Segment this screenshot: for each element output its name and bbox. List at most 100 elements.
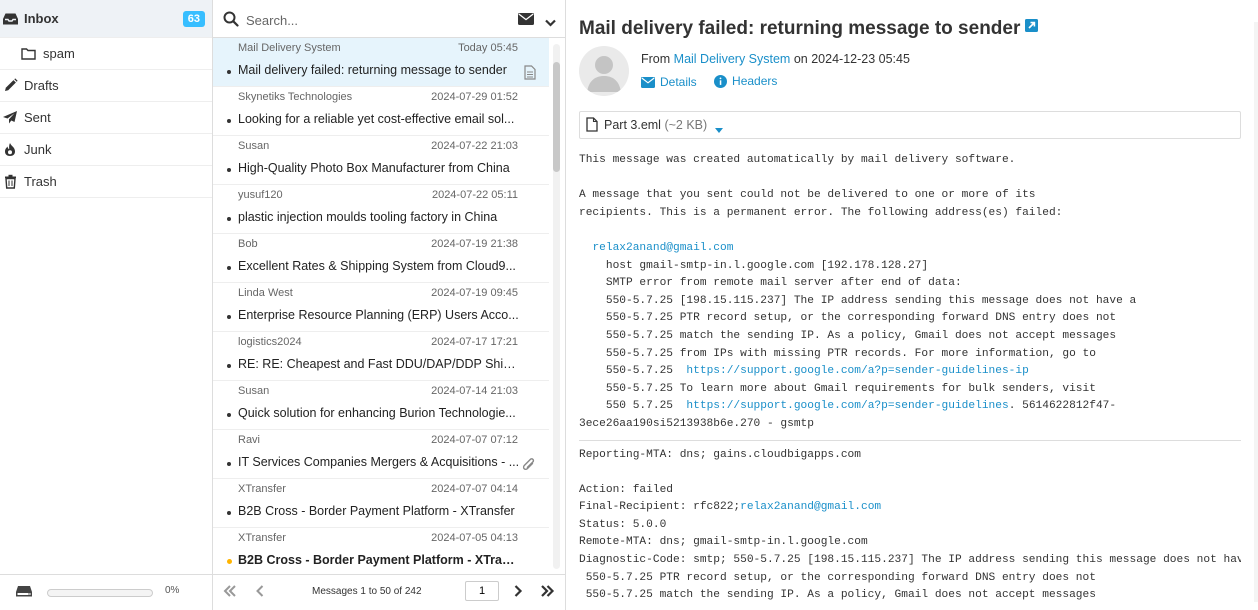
recipient-link[interactable]: relax2anand@gmail.com [592,242,733,254]
message-sender: yusuf120 [238,189,283,201]
message-row[interactable]: XTransfer 2024-07-05 04:13 B2B Cross - Bor… [213,528,549,572]
status-dot [227,217,231,221]
search-input[interactable] [244,8,498,32]
folder-label: Drafts [24,78,59,93]
guidelines-link[interactable]: https://support.google.com/a?p=sender-gu… [686,400,1008,412]
message-date: 2024-07-17 17:21 [431,336,518,348]
message-sender: XTransfer [238,532,286,544]
guidelines-ip-link[interactable]: https://support.google.com/a?p=sender-gu… [686,365,1028,377]
message-subject-text: Mail delivery failed: returning message … [579,18,1021,40]
chevron-down-icon[interactable] [545,15,556,30]
search-bar [213,0,565,38]
message-date: 2024-07-07 04:14 [431,483,518,495]
document-icon [524,65,536,83]
prev-page-icon[interactable] [255,584,265,601]
body-line: host gmail-smtp-in.l.google.com [192.178… [579,259,929,272]
folder-trash[interactable]: Trash [0,166,212,198]
body-line: 3ece26aa190si5213938b6e.270 - gsmtp [579,417,814,430]
message-sender: Bob [238,238,258,250]
from-line: From Mail Delivery System on 2024-12-23 … [641,52,910,66]
message-view: Mail delivery failed: returning message … [566,0,1258,610]
body-line: 550-5.7.25 [198.15.115.237] The IP addre… [579,294,1137,307]
message-subject: Enterprise Resource Planning (ERP) Users… [238,308,519,322]
view-scrollbar[interactable] [1254,22,1258,602]
folder-junk[interactable]: Junk [0,134,212,166]
sender-avatar [579,46,629,96]
body-line: Action: failed [579,483,673,496]
message-row[interactable]: Bob 2024-07-19 21:38 Excellent Rates & Shi… [213,234,549,283]
last-page-icon[interactable] [540,584,555,601]
message-row[interactable]: logistics2024 2024-07-17 17:21 RE: RE: Che… [213,332,549,381]
message-sender: Mail Delivery System [238,42,341,54]
message-row[interactable]: XTransfer 2024-07-07 04:14 B2B Cross - Bor… [213,479,549,528]
folder-drafts[interactable]: Drafts [0,70,212,102]
status-dot [227,315,231,319]
message-row[interactable]: yusuf120 2024-07-22 05:11 plastic injectio… [213,185,549,234]
message-subject: Mail delivery failed: returning message … [579,16,1039,40]
message-body: This message was created automatically b… [579,152,1241,610]
pencil-icon [1,70,19,101]
page-number-input[interactable] [465,581,499,601]
folder-label: spam [43,46,75,61]
message-date: 2024-07-29 01:52 [431,91,518,103]
status-dot [227,462,231,466]
paper-plane-icon [1,102,19,133]
envelope-icon[interactable] [518,13,534,28]
message-subject: Excellent Rates & Shipping System from C… [238,259,516,273]
folder-inbox[interactable]: Inbox 63 [0,0,212,38]
message-list: Mail Delivery System Today 05:45 Mail deli… [213,38,549,572]
message-date: 2024-07-07 07:12 [431,434,518,446]
header-links: Details Headers [641,74,791,91]
message-row[interactable]: Linda West 2024-07-19 09:45 Enterprise Res… [213,283,549,332]
body-line: 550-5.7.25 PTR record setup, or the corr… [579,571,1096,584]
hard-drive-icon [15,584,33,601]
pager-text: Messages 1 to 50 of 242 [312,586,422,597]
attachment-label: Part 3.eml (~2 KB) [604,118,707,132]
envelope-icon [641,76,655,88]
message-subject: IT Services Companies Mergers & Acquisit… [238,455,520,469]
next-page-icon[interactable] [513,584,523,601]
body-line: A message that you sent could not be del… [579,189,1036,202]
body-line: recipients. This is a permanent error. T… [579,206,1063,219]
message-sender: Susan [238,385,270,397]
message-row[interactable]: Ravi 2024-07-07 07:12 IT Services Companie… [213,430,549,479]
caret-down-icon[interactable] [715,122,723,136]
folder-label: Inbox [24,11,59,26]
from-on: on [793,52,808,66]
body-line: 550-5.7.25 [579,365,687,378]
message-row[interactable]: Skynetiks Technologies 2024-07-29 01:52 Lo… [213,87,549,136]
details-label: Details [660,75,697,89]
paperclip-icon [522,457,536,476]
attachment[interactable]: Part 3.eml (~2 KB) [579,111,1241,139]
first-page-icon[interactable] [223,584,237,601]
message-row[interactable]: Susan 2024-07-14 21:03 Quick solution for … [213,381,549,430]
message-subject: Quick solution for enhancing Burion Tech… [238,406,516,420]
status-dot [227,266,231,270]
search-icon[interactable] [223,11,239,30]
message-subject: High-Quality Photo Box Manufacturer from… [238,161,510,175]
message-sender: Susan [238,140,270,152]
final-recipient-link[interactable]: relax2anand@gmail.com [740,501,881,513]
body-line: 550 5.7.25 [579,400,687,413]
message-subject: plastic injection moulds tooling factory… [238,210,498,224]
message-date: 2024-07-22 21:03 [431,140,518,152]
body-line: Final-Recipient: rfc822; [579,501,741,514]
headers-link[interactable]: Headers [714,74,777,88]
body-line: 550-5.7.25 match the sending IP. As a po… [579,589,1096,602]
status-dot [227,559,232,564]
folder-spam[interactable]: spam [0,38,212,70]
list-scrollbar[interactable] [553,44,560,569]
open-in-new-window-icon[interactable] [1025,16,1039,38]
body-line: SMTP error from remote mail server after… [579,277,962,290]
sender-link[interactable]: Mail Delivery System [674,52,791,66]
list-scrollbar-thumb[interactable] [553,62,560,172]
body-line: Diagnostic-Code: smtp; 550-5.7.25 [198.1… [579,554,1241,567]
status-dot [227,70,231,74]
message-date: 2024-07-22 05:11 [431,189,518,201]
message-row[interactable]: Susan 2024-07-22 21:03 High-Quality Photo … [213,136,549,185]
message-row[interactable]: Mail Delivery System Today 05:45 Mail deli… [213,38,549,87]
fire-icon [1,134,19,165]
folder-pane: Inbox 63 spam Drafts Sent Junk Trash 0% [0,0,213,610]
details-link[interactable]: Details [641,75,697,89]
folder-sent[interactable]: Sent [0,102,212,134]
